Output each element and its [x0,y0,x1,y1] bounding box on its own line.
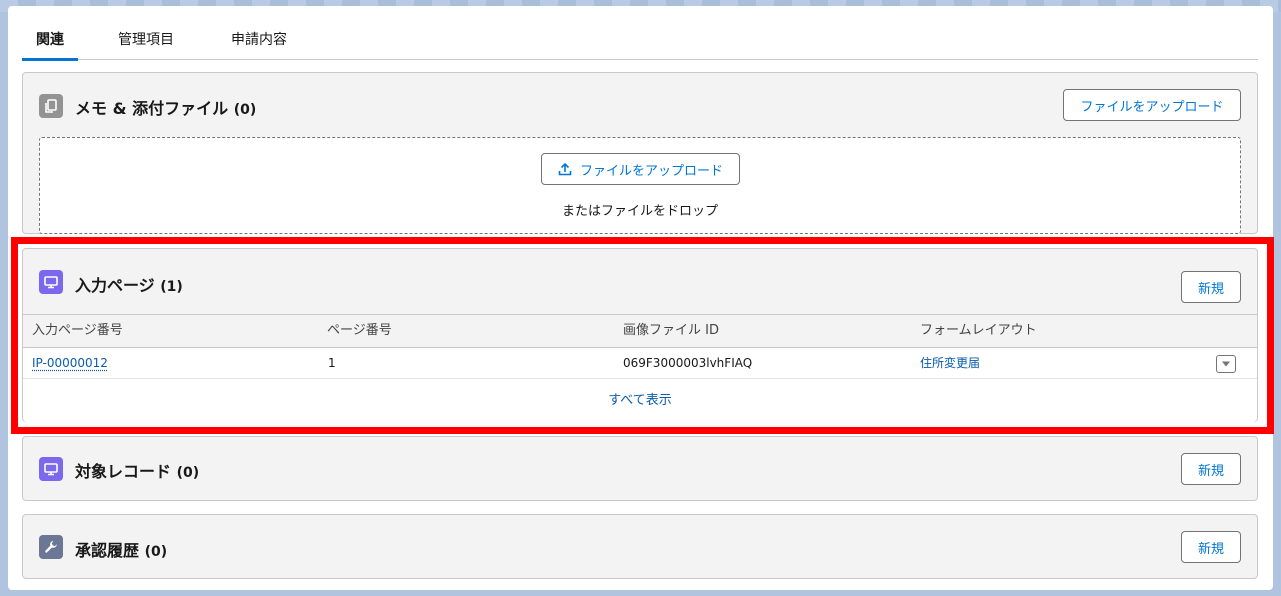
file-copy-icon [39,94,63,118]
input-pages-card: 入力ページ (1) 新規 入力ページ番号 ページ番号 画像ファイル ID フォー… [22,248,1258,422]
new-target-record-button[interactable]: 新規 [1181,453,1241,485]
row-actions-button[interactable] [1216,355,1236,373]
card-title-text: 入力ページ [75,276,155,295]
notes-attachments-title: メモ & 添付ファイル (0) [75,95,256,119]
tab-bar: 関連 管理項目 申請内容 [22,26,1258,61]
monitor-icon [39,457,63,481]
drop-files-text: またはファイルをドロップ [561,204,718,219]
new-input-page-button[interactable]: 新規 [1181,271,1241,303]
upload-files-drop-button[interactable]: ファイルをアップロード [541,153,740,185]
input-page-number-link[interactable]: IP-00000012 [32,348,108,379]
column-header-page-number[interactable]: ページ番号 [327,315,392,347]
approval-history-title: 承認履歴 (0) [75,537,167,561]
monitor-icon [39,270,63,294]
tab-related[interactable]: 関連 [22,26,78,61]
target-records-title: 対象レコード (0) [75,458,199,482]
card-count: (0) [176,465,200,481]
column-header-input-page-number[interactable]: 入力ページ番号 [32,315,123,347]
upload-button-label: ファイルをアップロード [579,163,723,179]
notes-attachments-card: メモ & 添付ファイル (0) ファイルをアップロード ファイルをアップロード … [22,72,1258,234]
column-header-form-layout[interactable]: フォームレイアウト [920,315,1037,347]
tab-management-items[interactable]: 管理項目 [114,26,178,60]
card-title-text: メモ & 添付ファイル [75,99,229,118]
wrench-icon [39,535,63,559]
form-layout-link-text[interactable]: 住所変更届 [920,356,980,370]
target-records-card: 対象レコード (0) 新規 [22,436,1258,501]
page-number-cell: 1 [328,356,336,370]
card-count: (0) [144,544,168,560]
card-title-text: 対象レコード [75,462,172,481]
table-header: 入力ページ番号 ページ番号 画像ファイル ID フォームレイアウト [23,314,1257,348]
card-title-text: 承認履歴 [75,541,140,560]
column-header-image-file-id[interactable]: 画像ファイル ID [623,315,719,347]
view-all-footer: すべて表示 [23,379,1257,422]
tab-application-content[interactable]: 申請内容 [227,26,291,60]
card-count: (0) [233,102,257,118]
card-count: (1) [160,279,183,295]
record-link[interactable]: IP-00000012 [32,356,108,370]
image-file-id-cell: 069F3000003lvhFIAQ [623,356,753,370]
related-panel: 関連 管理項目 申請内容 メモ & 添付ファイル (0) ファイルをアップロード [8,6,1273,590]
table-row: IP-00000012 1 069F3000003lvhFIAQ 住所変更届 [23,348,1257,379]
new-approval-history-button[interactable]: 新規 [1181,531,1241,563]
form-layout-link[interactable]: 住所変更届 [920,348,980,379]
upload-files-button[interactable]: ファイルをアップロード [1063,89,1241,121]
file-drop-zone[interactable]: ファイルをアップロード またはファイルをドロップ [39,137,1241,234]
approval-history-card: 承認履歴 (0) 新規 [22,514,1258,579]
upload-icon [558,162,572,176]
chevron-down-icon [1221,360,1231,368]
input-pages-title: 入力ページ (1) [75,272,183,296]
view-all-link[interactable]: すべて表示 [608,393,672,408]
